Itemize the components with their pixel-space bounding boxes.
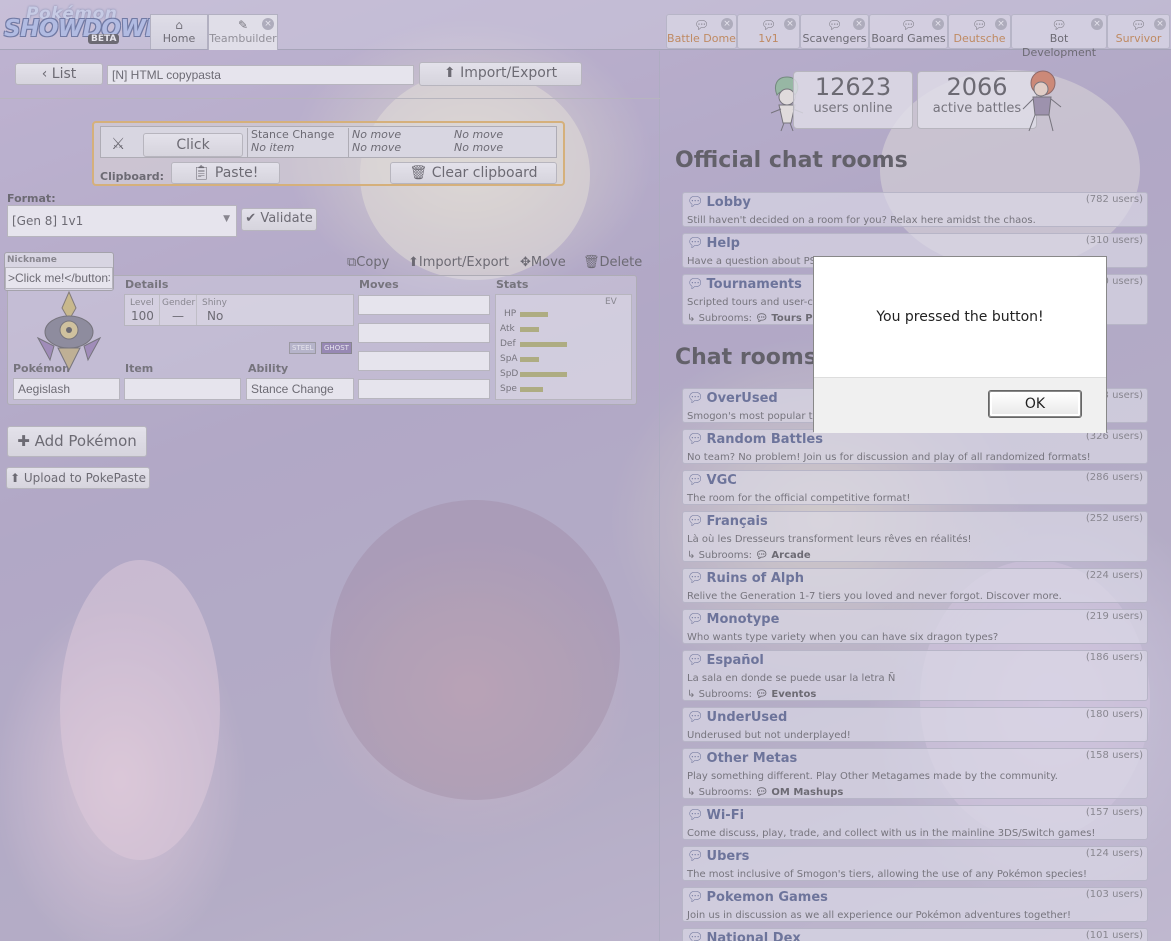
alert-dialog: You pressed the button! OK	[813, 256, 1107, 433]
modal-backdrop	[0, 0, 1171, 941]
ok-button[interactable]: OK	[989, 391, 1081, 417]
alert-footer: OK	[814, 377, 1106, 433]
alert-message: You pressed the button!	[876, 309, 1044, 325]
